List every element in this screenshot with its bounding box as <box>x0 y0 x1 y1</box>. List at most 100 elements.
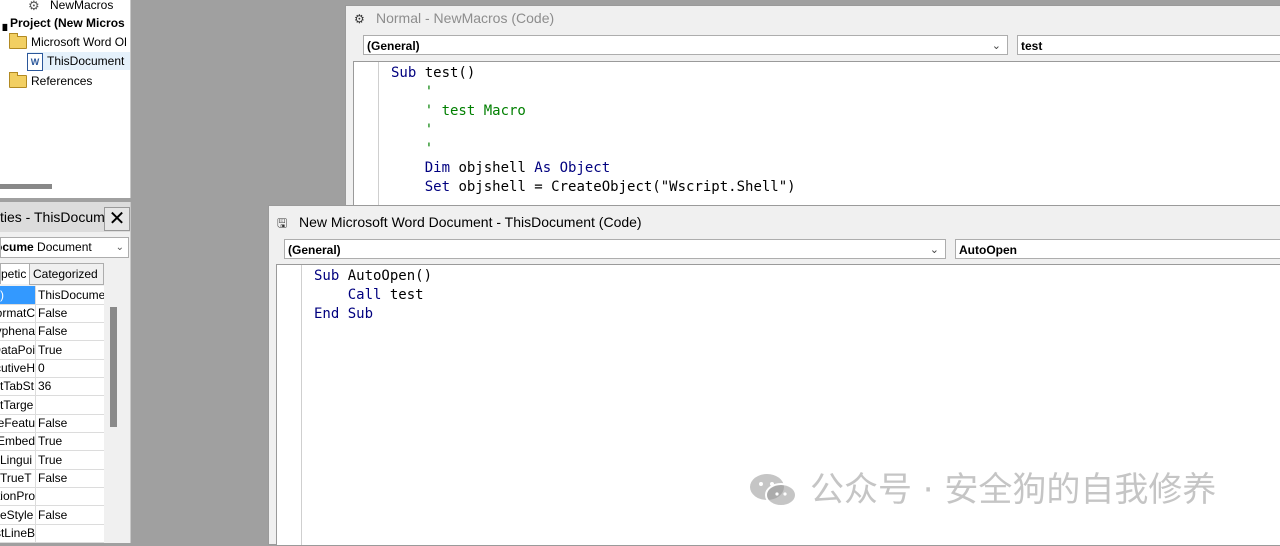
tree-item-label: NewMacros <box>50 0 114 12</box>
code-keyword: Sub <box>391 65 425 81</box>
code-window-icon: 🖫 <box>277 216 288 231</box>
property-name: yphena <box>0 324 35 338</box>
property-row[interactable]: Embed True <box>0 432 104 451</box>
code-keyword: Dim <box>391 160 459 176</box>
property-name: stLineB <box>0 526 35 540</box>
property-row[interactable]: DataPoiTrue <box>0 341 104 360</box>
property-row[interactable]: cutiveH0 <box>0 359 104 378</box>
object-combo[interactable]: (General) ⌄ <box>363 35 1008 55</box>
property-name: Lingui <box>0 453 33 467</box>
code-text[interactable]: Sub test() ' ' test Macro ' ' Dim objshe… <box>391 64 796 197</box>
window-title-bar[interactable]: 🖫 New Microsoft Word Document - ThisDocum… <box>269 210 1280 234</box>
property-value: ThisDocume <box>38 288 104 302</box>
property-value: 36 <box>38 379 52 393</box>
property-name: ) <box>0 288 4 302</box>
module-gear-icon: ⚙ <box>28 0 40 13</box>
chevron-down-icon: ⌄ <box>929 244 939 256</box>
code-editor[interactable]: Sub test() ' ' test Macro ' ' Dim objshe… <box>353 61 1280 208</box>
code-line[interactable]: Dim objshell As Object <box>391 159 796 178</box>
code-text[interactable]: Sub AutoOpen() Call test End Sub <box>314 267 432 324</box>
procedure-combo-value: AutoOpen <box>959 243 1017 257</box>
tab-categorized[interactable]: Categorized <box>29 263 104 285</box>
code-line[interactable]: ' <box>391 121 796 140</box>
property-value: False <box>38 306 68 320</box>
property-value: False <box>38 508 68 522</box>
code-line[interactable]: ' <box>391 140 796 159</box>
tree-item-label: ThisDocument <box>47 54 125 68</box>
property-row[interactable]: ormatCFalse <box>0 304 104 323</box>
folder-open-icon <box>9 33 27 50</box>
chevron-down-icon: ⌄ <box>115 242 124 253</box>
property-value: True <box>38 434 63 448</box>
properties-title: ties - ThisDocum <box>0 209 105 225</box>
object-combo[interactable]: (General) ⌄ <box>284 239 946 259</box>
tree-item-label: Microsoft Word Ol <box>31 35 127 49</box>
tree-item-references[interactable]: References <box>9 72 92 90</box>
window-title: Normal - NewMacros (Code) <box>376 10 555 26</box>
code-keyword: Call <box>314 287 390 303</box>
window-title-bar[interactable]: ⚙ Normal - NewMacros (Code) <box>346 6 1280 30</box>
property-row[interactable]: TrueT False <box>0 469 104 488</box>
tree-item-word-objects[interactable]: Microsoft Word Ol <box>9 33 127 51</box>
property-row[interactable]: Lingui True <box>0 451 104 470</box>
properties-scroll-thumb[interactable] <box>110 307 117 427</box>
property-row[interactable]: eFeatu False <box>0 414 104 433</box>
code-comment: ' <box>391 141 434 157</box>
property-name: Embed <box>0 434 35 448</box>
property-row[interactable]: eStyle False <box>0 506 104 525</box>
code-line[interactable]: ' test Macro <box>391 102 796 121</box>
tree-item-newmacros[interactable]: ⚙ NewMacros <box>28 0 113 14</box>
folder-icon <box>9 72 27 89</box>
property-name: tionPro <box>0 489 35 503</box>
properties-pane: ties - ThisDocum ✕ ocume Document ⌄ peti… <box>0 202 131 543</box>
property-value: True <box>38 343 63 357</box>
code-token: test <box>389 287 424 303</box>
word-document-icon: W <box>27 52 43 71</box>
code-line[interactable]: Set objshell = CreateObject("Wscript.She… <box>391 178 796 197</box>
project-icon: ▗ <box>0 15 7 33</box>
window-title: New Microsoft Word Document - ThisDocume… <box>299 214 642 230</box>
code-token: AutoOpen() <box>347 268 433 284</box>
wechat-icon <box>750 474 797 507</box>
code-comment: ' <box>391 84 434 100</box>
code-comment: ' test Macro <box>391 103 526 119</box>
chevron-down-icon: ⌄ <box>991 40 1001 52</box>
code-line[interactable]: Call test <box>314 286 432 305</box>
property-row[interactable]: ) ThisDocume <box>0 286 104 305</box>
property-name: eStyle <box>0 508 34 522</box>
tree-item-thisdocument[interactable]: W ThisDocument <box>27 52 130 71</box>
property-row[interactable]: tionPro <box>0 487 104 506</box>
property-value: False <box>38 324 68 338</box>
property-name: tTarge <box>0 398 34 412</box>
property-row[interactable]: tTarge <box>0 396 104 415</box>
object-selector-combo[interactable]: ocume Document ⌄ <box>0 237 129 258</box>
property-name: ormatC <box>0 306 35 320</box>
object-combo-value: (General) <box>288 243 341 257</box>
code-line[interactable]: End Sub <box>314 305 432 324</box>
code-line[interactable]: Sub AutoOpen() <box>314 267 432 286</box>
code-window-newmacros[interactable]: ⚙ Normal - NewMacros (Code) (General) ⌄ t… <box>345 5 1280 208</box>
property-row[interactable]: yphenaFalse <box>0 322 104 341</box>
code-comment: ' <box>391 122 434 138</box>
property-value: True <box>38 453 63 467</box>
project-explorer-pane: ⚙ NewMacros ▗Project (New Micros Microsof… <box>0 0 131 198</box>
close-icon[interactable]: ✕ <box>104 207 130 231</box>
watermark-text: 公众号 · 安全狗的自我修养 <box>810 470 1217 510</box>
margin-indicator-bar <box>354 62 379 207</box>
margin-indicator-bar <box>277 265 302 545</box>
property-row[interactable]: stLineB <box>0 524 104 543</box>
property-value: False <box>38 471 68 485</box>
property-row[interactable]: tTabSt 36 <box>0 377 104 396</box>
tab-alphabetic[interactable]: petic <box>0 263 30 284</box>
tree-item-label: References <box>31 74 93 88</box>
code-line[interactable]: Sub test() <box>391 64 796 83</box>
property-name: TrueT <box>0 471 32 485</box>
procedure-combo[interactable]: test <box>1017 35 1280 55</box>
tree-item-label: Project (New Micros <box>10 16 125 30</box>
code-line[interactable]: ' <box>391 83 796 102</box>
procedure-combo[interactable]: AutoOpen <box>955 239 1280 259</box>
tree-item-project[interactable]: ▗Project (New Micros <box>0 14 125 32</box>
code-keyword: Set <box>391 179 459 195</box>
code-token: objshell <box>458 160 535 176</box>
tree-horizontal-scrollbar[interactable] <box>0 184 52 189</box>
